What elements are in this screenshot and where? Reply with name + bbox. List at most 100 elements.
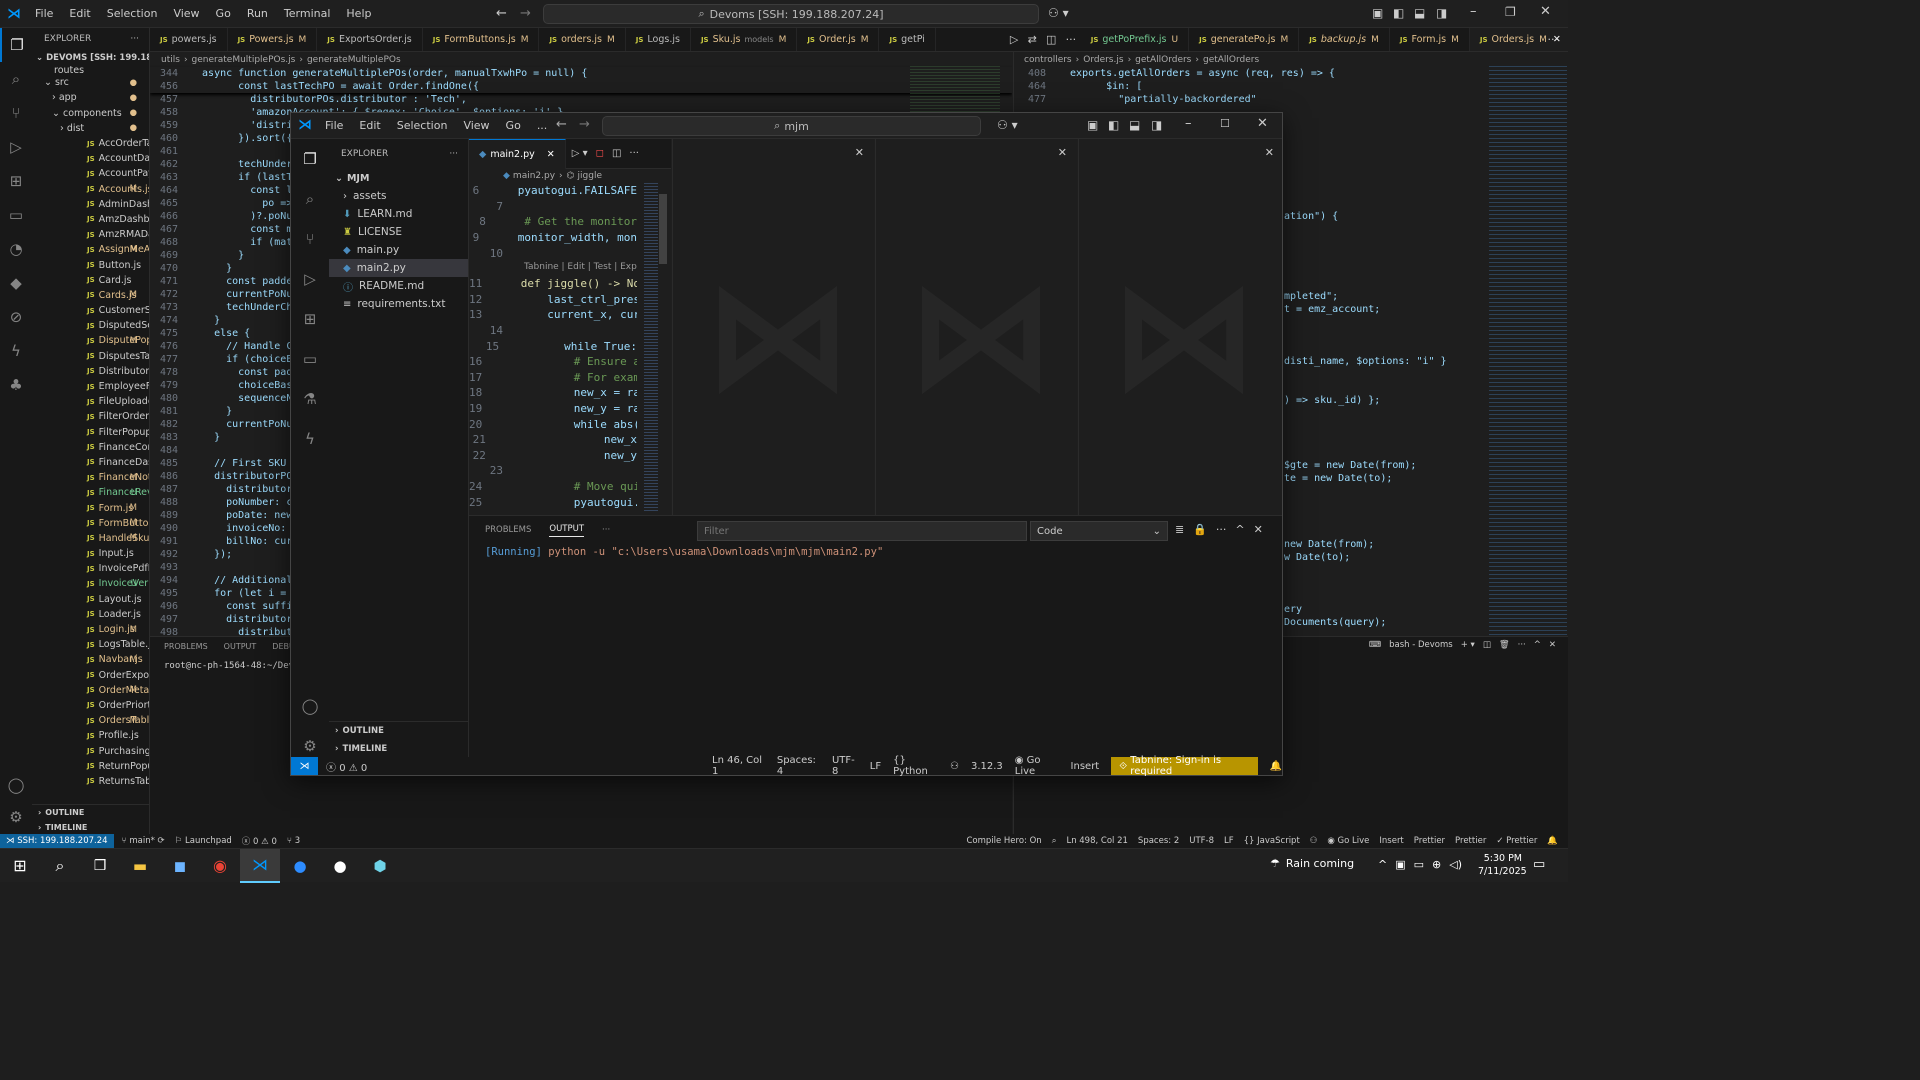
- panel-tab[interactable]: PROBLEMS: [164, 642, 208, 651]
- breadcrumb-symbol[interactable]: jiggle: [578, 171, 602, 181]
- win-editor-group-4[interactable]: ✕ ⋈: [1078, 139, 1282, 515]
- file-item[interactable]: JS Input.js: [32, 546, 149, 561]
- launchpad-item[interactable]: ⚐ Launchpad: [175, 836, 232, 846]
- zoom-icon[interactable]: ⌕: [1052, 836, 1057, 846]
- file-item[interactable]: JS Card.js: [32, 273, 149, 288]
- maximize-panel-icon[interactable]: ^: [1235, 523, 1244, 536]
- search-icon[interactable]: ⌕: [0, 62, 32, 96]
- golive-item[interactable]: ◉ Go Live: [1327, 836, 1369, 846]
- editor-tab[interactable]: JS orders.js M: [539, 28, 626, 51]
- breadcrumb-item[interactable]: getAllOrders: [1135, 55, 1191, 65]
- compile-hero-item[interactable]: Compile Hero: On: [966, 836, 1041, 846]
- win-file-item[interactable]: ◆ main.py: [329, 241, 468, 259]
- zoom-app-icon[interactable]: ●: [280, 849, 320, 883]
- win-editor-group-1[interactable]: ◆ main2.py ✕ ▷ ▾ ◻ ◫ ··· ◆ main2.py › ⌬ …: [469, 138, 671, 515]
- settings-gear-icon[interactable]: ⚙: [0, 800, 32, 834]
- editor-tab[interactable]: JS Order.js M: [797, 28, 880, 51]
- breadcrumb-item[interactable]: Orders.js: [1083, 55, 1123, 65]
- cursor-position[interactable]: Ln 498, Col 21: [1066, 836, 1127, 846]
- win-command-center[interactable]: ⌕ mjm: [602, 116, 981, 136]
- restore-icon[interactable]: ❐: [1505, 5, 1516, 19]
- panel-tab[interactable]: OUTPUT: [224, 642, 257, 651]
- remote-explorer-icon[interactable]: ▭: [0, 198, 32, 232]
- more-icon[interactable]: ···: [602, 525, 610, 535]
- win-menu-item[interactable]: File: [325, 119, 343, 132]
- editor-tab[interactable]: JS powers.js: [150, 28, 228, 51]
- clock[interactable]: 5:30 PM 7/11/2025: [1478, 852, 1527, 878]
- toggle-panel-icon[interactable]: ⬓: [1414, 6, 1425, 20]
- database-icon[interactable]: ⊘: [0, 300, 32, 334]
- file-item[interactable]: JSOrdersTable.jsM: [32, 713, 149, 728]
- volume-icon[interactable]: ◁): [1449, 858, 1462, 871]
- win-file-item[interactable]: ⓘ README.md: [329, 277, 468, 295]
- file-item[interactable]: JS Loader.js: [32, 607, 149, 622]
- win-file-item[interactable]: ♜ LICENSE: [329, 223, 468, 241]
- toggle-secondary-sidebar-icon[interactable]: ◨: [1151, 118, 1162, 132]
- win-file-item[interactable]: › assets: [329, 187, 468, 205]
- split-editor-icon[interactable]: ◫: [1046, 33, 1056, 46]
- tray-app-icon[interactable]: ▣: [1395, 858, 1405, 871]
- toggle-secondary-sidebar-icon[interactable]: ◨: [1436, 6, 1447, 20]
- menu-terminal[interactable]: Terminal: [284, 7, 331, 20]
- indentation[interactable]: Spaces: 2: [1138, 836, 1179, 846]
- timeline-section[interactable]: › TIMELINE: [32, 820, 149, 834]
- tab-main2-py[interactable]: ◆ main2.py ✕: [469, 138, 566, 169]
- win-outline-section[interactable]: › OUTLINE › TIMELINE: [329, 721, 469, 758]
- file-item[interactable]: JS Form.js M: [32, 500, 149, 515]
- left-minimap[interactable]: [910, 66, 1000, 116]
- editor-tab[interactable]: JS Form.js M: [1390, 28, 1470, 51]
- source-control-icon[interactable]: ⑂: [0, 96, 32, 130]
- file-item[interactable]: JS Navbar.js M: [32, 652, 149, 667]
- language-mode[interactable]: {} Python: [893, 755, 938, 777]
- file-item[interactable]: JSFinanceComments.js: [32, 440, 149, 455]
- menu-run[interactable]: Run: [247, 7, 268, 20]
- file-item[interactable]: JSDisputedSection.js: [32, 318, 149, 333]
- more-actions-icon[interactable]: ···: [449, 149, 458, 159]
- search-icon[interactable]: ⌕: [291, 179, 329, 219]
- language-mode[interactable]: {} JavaScript: [1244, 836, 1300, 846]
- close-panel-icon[interactable]: ✕: [1549, 640, 1556, 650]
- file-item[interactable]: JSOrderPriorty.js: [32, 698, 149, 713]
- trash-icon[interactable]: 🗑: [1499, 640, 1510, 650]
- run-debug-icon[interactable]: ▷: [0, 130, 32, 164]
- file-item[interactable]: JSAccountDashboar...: [32, 151, 149, 166]
- explorer-icon[interactable]: ❐: [0, 28, 32, 62]
- file-item[interactable]: JS Layout.js: [32, 592, 149, 607]
- remote-indicator-icon[interactable]: ⋊: [291, 757, 318, 775]
- folder-dist[interactable]: › dist ●: [32, 121, 149, 136]
- layout-icon[interactable]: ▣: [1087, 118, 1098, 132]
- codelens[interactable]: Tabnine | Edit | Test | Expla: [469, 261, 637, 276]
- task-view-icon[interactable]: ❒: [80, 849, 120, 883]
- editor-tab[interactable]: JS backup.js M: [1299, 28, 1390, 51]
- compare-icon[interactable]: ⇄: [1028, 33, 1037, 46]
- win-file-item[interactable]: ◆ main2.py: [329, 259, 468, 277]
- app2-icon[interactable]: ⬢: [360, 849, 400, 883]
- breadcrumb-file[interactable]: main2.py: [513, 171, 555, 181]
- win-editor-group-2[interactable]: ✕ ⋈: [672, 139, 874, 515]
- win-file-item[interactable]: ⬇ LEARN.md: [329, 205, 468, 223]
- file-item[interactable]: JSFilterOrdersTable.js: [32, 409, 149, 424]
- more-icon[interactable]: ···: [1518, 640, 1526, 650]
- line-ending[interactable]: LF: [1224, 836, 1234, 846]
- minimize-icon[interactable]: –: [1470, 4, 1477, 19]
- store-icon[interactable]: ◼: [160, 849, 200, 883]
- breadcrumb-item[interactable]: generateMultiplePOs.js: [192, 55, 296, 65]
- toggle-sidebar-icon[interactable]: ◧: [1393, 6, 1404, 20]
- layout-icon[interactable]: ▣: [1372, 6, 1383, 20]
- maximize-panel-icon[interactable]: ^: [1534, 640, 1541, 650]
- close-window-icon[interactable]: ✕: [1257, 116, 1268, 131]
- problems-item[interactable]: ⓧ 0 ⚠ 0: [242, 835, 277, 847]
- indentation[interactable]: Spaces: 4: [777, 755, 820, 777]
- win-menu-item[interactable]: Edit: [359, 119, 380, 132]
- more-icon[interactable]: ···: [1216, 523, 1227, 536]
- file-item[interactable]: JSPurchasingDashbo...: [32, 743, 149, 758]
- remote-indicator[interactable]: ⋊ SSH: 199.188.207.24: [0, 834, 114, 848]
- close-group-icon[interactable]: ✕: [855, 146, 864, 159]
- thunder-icon[interactable]: ϟ: [0, 334, 32, 368]
- editor-tab[interactable]: JS Powers.js M: [228, 28, 318, 51]
- toggle-sidebar-icon[interactable]: ◧: [1108, 118, 1119, 132]
- file-item[interactable]: JS Button.js: [32, 257, 149, 272]
- folder-components[interactable]: ⌄ components ●: [32, 106, 149, 121]
- folder-mjm[interactable]: ⌄ MJM: [329, 169, 468, 187]
- file-item[interactable]: JS Accounts.js M: [32, 182, 149, 197]
